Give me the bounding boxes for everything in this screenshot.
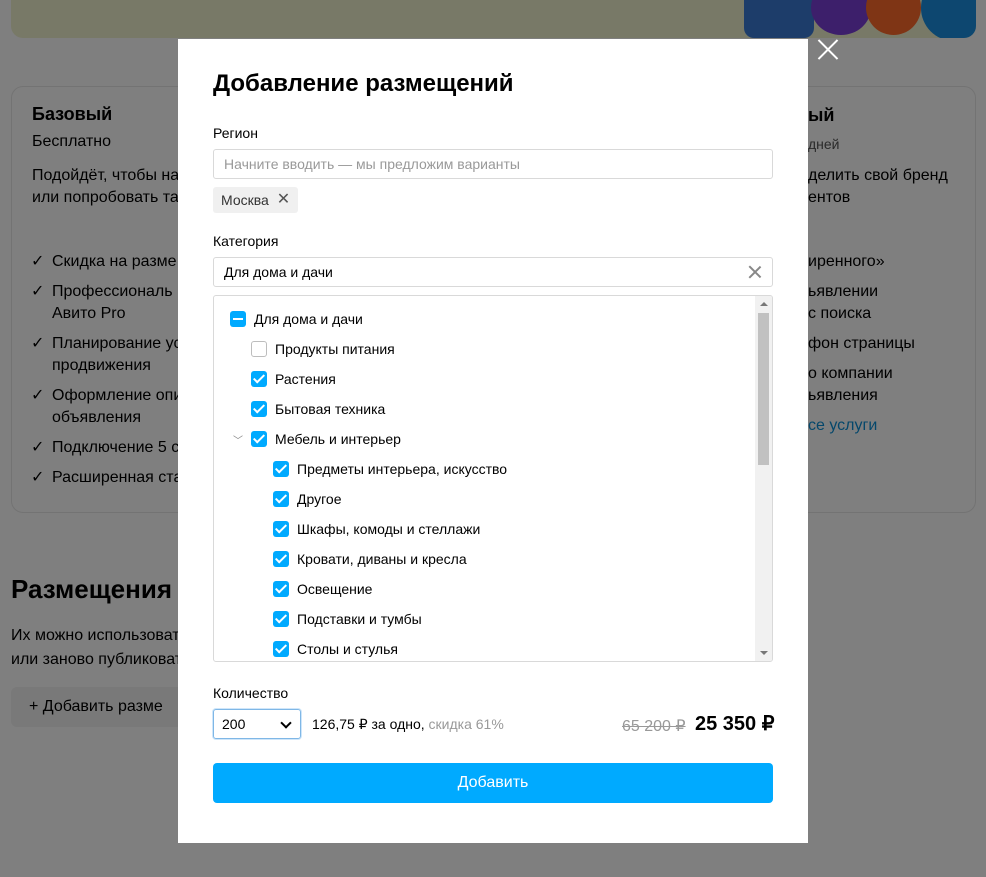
clear-icon[interactable] <box>748 265 762 279</box>
tree-checkbox[interactable] <box>273 551 289 567</box>
scroll-up-icon[interactable] <box>760 302 768 306</box>
tree-checkbox[interactable] <box>273 491 289 507</box>
add-placements-modal: Добавление размещений Регион Москва ✕ Ка… <box>178 39 808 843</box>
region-label: Регион <box>213 125 258 141</box>
tree-item-label: Бытовая техника <box>275 401 386 417</box>
old-price: 65 200 ₽ <box>622 718 686 735</box>
tree-checkbox[interactable] <box>273 581 289 597</box>
quantity-value: 200 <box>222 716 246 732</box>
tree-item[interactable]: Подставки и тумбы <box>273 609 422 629</box>
tree-item-label: Освещение <box>297 581 373 597</box>
category-tree: Для дома и дачи Продукты питания Растения Б… <box>213 295 773 662</box>
category-input[interactable]: Для дома и дачи <box>213 257 773 287</box>
scrollbar[interactable] <box>755 296 772 661</box>
discount-text: скидка 61% <box>428 716 504 732</box>
region-input[interactable] <box>213 149 773 179</box>
tree-item[interactable]: Для дома и дачи <box>230 309 363 329</box>
chip-label: Москва <box>221 192 269 208</box>
tree-item[interactable]: Шкафы, комоды и стеллажи <box>273 519 480 539</box>
tree-item[interactable]: Кровати, диваны и кресла <box>273 549 467 569</box>
tree-item-label: Предметы интерьера, искусство <box>297 461 508 477</box>
tree-item[interactable]: Растения <box>251 369 336 389</box>
tree-item-label: Другое <box>297 491 342 507</box>
tree-checkbox[interactable] <box>273 521 289 537</box>
tree-checkbox[interactable] <box>273 611 289 627</box>
tree-checkbox[interactable] <box>251 371 267 387</box>
chevron-down-icon <box>280 717 292 729</box>
unit-price: 126,75 ₽ за одно, скидка 61% <box>312 716 504 732</box>
scroll-down-icon[interactable] <box>760 651 768 655</box>
tree-item[interactable]: Столы и стулья <box>273 639 398 659</box>
tree-item-label: Подставки и тумбы <box>297 611 422 627</box>
tree-item-label: Для дома и дачи <box>254 311 363 327</box>
expand-chevron-icon[interactable]: ﹀ <box>233 432 243 447</box>
tree-item-label: Продукты питания <box>275 341 395 357</box>
tree-checkbox[interactable] <box>251 341 267 357</box>
add-button[interactable]: Добавить <box>213 763 773 803</box>
category-value: Для дома и дачи <box>224 264 333 280</box>
tree-item[interactable]: Бытовая техника <box>251 399 385 419</box>
quantity-label: Количество <box>213 685 289 701</box>
chip-remove-icon[interactable]: ✕ <box>277 187 290 213</box>
tree-item[interactable]: ﹀ Мебель и интерьер <box>233 429 401 449</box>
tree-checkbox[interactable] <box>273 641 289 657</box>
tree-checkbox[interactable] <box>251 401 267 417</box>
close-icon[interactable] <box>816 37 840 61</box>
modal-title: Добавление размещений <box>213 70 514 97</box>
tree-item-label: Мебель и интерьер <box>275 431 401 447</box>
tree-item[interactable]: Продукты питания <box>251 339 395 359</box>
tree-checkbox[interactable] <box>230 311 246 327</box>
tree-item[interactable]: Предметы интерьера, искусство <box>273 459 507 479</box>
tree-item[interactable]: Освещение <box>273 579 372 599</box>
tree-item-label: Кровати, диваны и кресла <box>297 551 467 567</box>
tree-item[interactable]: Другое <box>273 489 341 509</box>
region-chip: Москва ✕ <box>213 187 299 213</box>
tree-item-label: Шкафы, комоды и стеллажи <box>297 521 481 537</box>
scroll-thumb[interactable] <box>758 313 769 465</box>
tree-checkbox[interactable] <box>273 461 289 477</box>
tree-item-label: Растения <box>275 371 336 387</box>
quantity-select[interactable]: 200 <box>213 709 301 739</box>
tree-item-label: Столы и стулья <box>297 641 398 657</box>
total-price: 25 350 ₽ <box>695 713 775 735</box>
tree-checkbox[interactable] <box>251 431 267 447</box>
category-label: Категория <box>213 233 279 249</box>
